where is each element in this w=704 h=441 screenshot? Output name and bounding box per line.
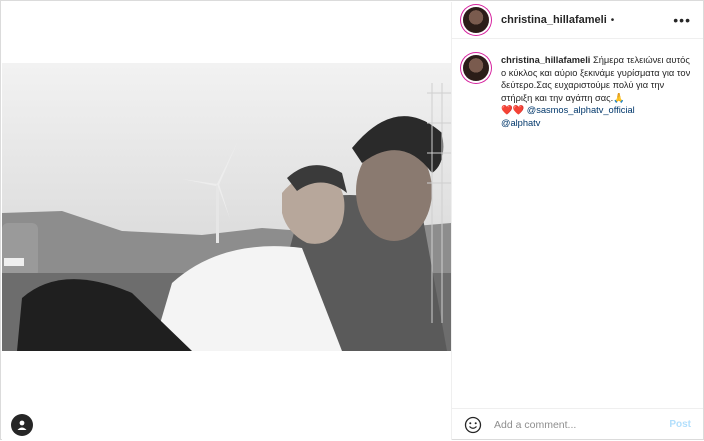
emoji-icon[interactable] — [464, 416, 482, 434]
avatar[interactable] — [463, 7, 489, 33]
caption-text: christina_hillafameli Σήμερα τελειώνει α… — [501, 54, 693, 130]
header-username[interactable]: christina_hillafameli — [501, 14, 607, 26]
mention-sasmos[interactable]: @sasmos_alphatv_official — [527, 105, 635, 115]
post-photo[interactable] — [2, 63, 451, 351]
comment-input[interactable] — [492, 418, 656, 432]
more-options-icon[interactable]: ••• — [673, 12, 691, 28]
comment-bar: Post — [452, 408, 703, 441]
separator-dot: • — [610, 14, 615, 26]
post-header: christina_hillafameli • ••• — [452, 2, 703, 39]
post-button[interactable]: Post — [669, 419, 691, 430]
mention-alphatv[interactable]: @alphatv — [501, 118, 540, 128]
caption-avatar[interactable] — [463, 55, 489, 81]
side-panel: christina_hillafameli • ••• christina_hi… — [452, 2, 703, 440]
hearts: ❤️❤️ — [501, 105, 525, 116]
post-dialog: christina_hillafameli • ••• christina_hi… — [0, 0, 704, 440]
caption: christina_hillafameli Σήμερα τελειώνει α… — [463, 54, 693, 130]
user-tag-icon[interactable] — [11, 414, 33, 436]
caption-username[interactable]: christina_hillafameli — [501, 55, 590, 65]
